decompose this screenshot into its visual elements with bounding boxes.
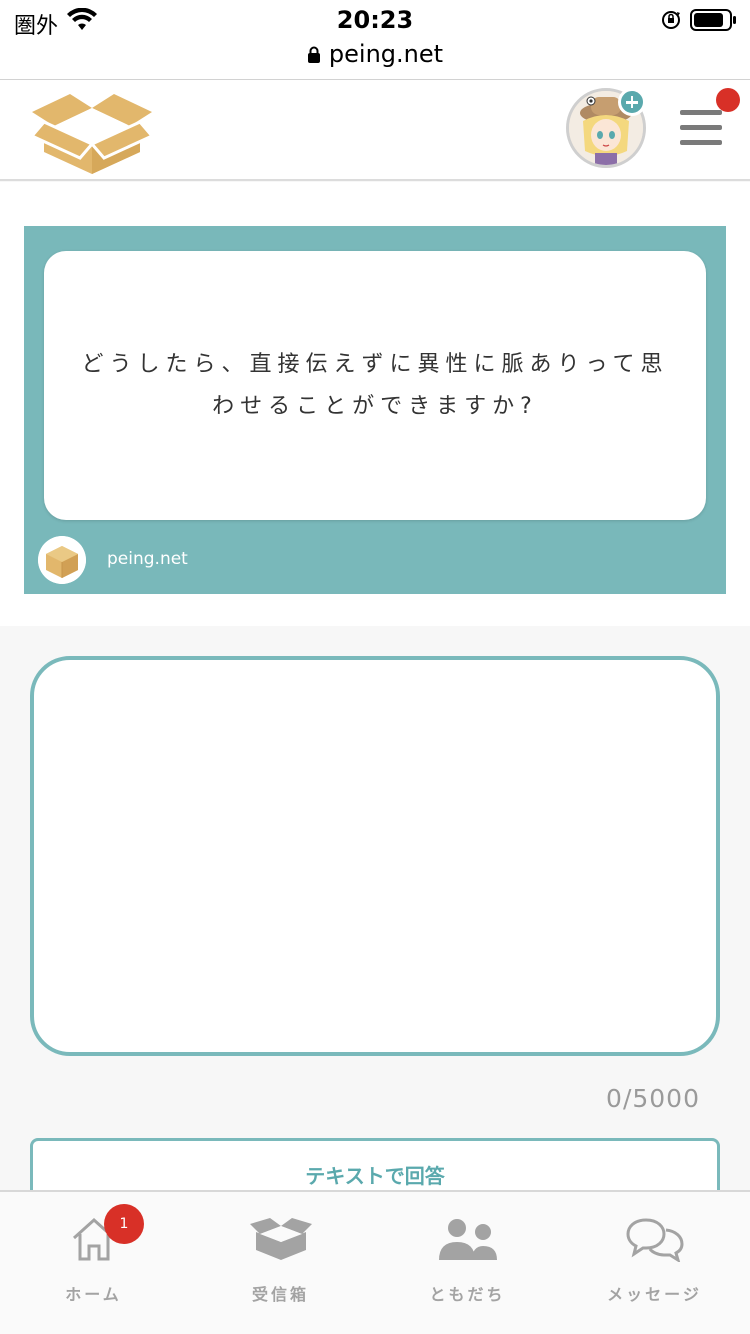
battery-icon	[690, 9, 736, 31]
menu-icon[interactable]	[680, 110, 722, 150]
url-text: peing.net	[328, 40, 444, 68]
tab-friends[interactable]: ともだち	[374, 1192, 561, 1334]
tab-friends-label: ともだち	[429, 1285, 506, 1304]
add-account-icon[interactable]	[618, 88, 646, 116]
message-icon	[625, 1218, 684, 1264]
notification-dot	[716, 88, 740, 112]
peing-box-logo[interactable]	[32, 88, 152, 174]
rotation-lock-icon	[662, 11, 680, 29]
bottom-tab-bar: 1 ホーム 受信箱 ともだち メッセージ	[0, 1190, 750, 1334]
tab-home-label: ホーム	[65, 1285, 122, 1304]
question-text: どうしたら、直接伝えずに異性に脈ありって思わせることができますか?	[81, 351, 669, 419]
tab-home[interactable]: 1 ホーム	[0, 1192, 187, 1334]
tab-messages-label: メッセージ	[607, 1285, 702, 1304]
tab-messages[interactable]: メッセージ	[561, 1192, 748, 1334]
tab-inbox[interactable]: 受信箱	[187, 1192, 374, 1334]
answer-textarea[interactable]	[34, 660, 716, 1052]
status-bar: 圏外 20:23 peing.net	[0, 0, 750, 80]
home-badge: 1	[104, 1204, 144, 1244]
address-bar[interactable]: peing.net	[0, 40, 750, 68]
question-card: どうしたら、直接伝えずに異性に脈ありって思わせることができますか? peing.…	[24, 226, 726, 594]
status-time: 20:23	[336, 6, 414, 34]
padlock-icon	[307, 46, 320, 63]
app-header	[0, 80, 750, 181]
card-box-logo	[38, 536, 86, 584]
character-counter: 0/5000	[606, 1084, 700, 1113]
question-bubble: どうしたら、直接伝えずに異性に脈ありって思わせることができますか?	[44, 251, 706, 520]
inbox-box-icon	[249, 1218, 312, 1260]
question-section: どうしたら、直接伝えずに異性に脈ありって思わせることができますか? peing.…	[0, 182, 750, 626]
card-site-label: peing.net	[107, 549, 188, 569]
friends-icon	[438, 1219, 497, 1260]
tab-inbox-label: 受信箱	[251, 1285, 309, 1304]
answer-textarea-wrapper	[30, 656, 720, 1056]
